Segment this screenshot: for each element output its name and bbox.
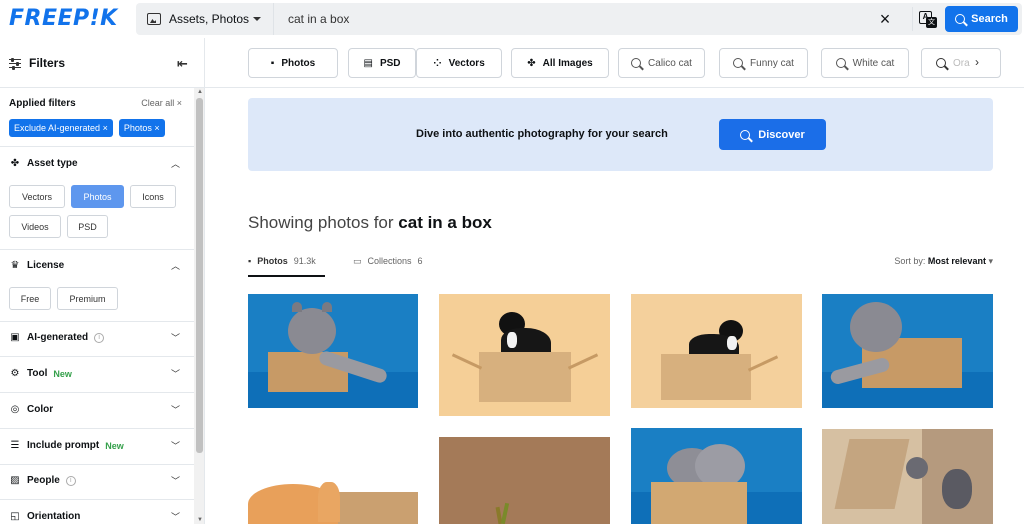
results-heading: Showing photos for cat in a box bbox=[248, 213, 492, 232]
chevron-down-icon: ﹀ bbox=[170, 512, 180, 522]
photo-cat-cardboard-floor[interactable] bbox=[822, 429, 993, 524]
category-bar: ▪ Photos ▤ PSD ⁘ Vectors ✤ All Images Calico… bbox=[205, 38, 1024, 88]
banner-text: Dive into authentic photography for your… bbox=[416, 128, 668, 140]
category-psd[interactable]: ▤ PSD bbox=[348, 48, 416, 78]
chevron-down-icon: ﹀ bbox=[170, 369, 180, 379]
discover-banner: Dive into authentic photography for your… bbox=[248, 98, 993, 171]
include-prompt-section[interactable]: ☰ Include prompt New ﹀ bbox=[9, 440, 184, 451]
info-icon[interactable]: i bbox=[65, 475, 76, 486]
search-button[interactable]: Search bbox=[945, 6, 1018, 32]
photo-brown-background[interactable] bbox=[439, 437, 610, 524]
prompt-icon: ☰ bbox=[10, 440, 20, 451]
search-type-dropdown[interactable]: Assets, Photos bbox=[136, 3, 274, 35]
freepik-logo[interactable]: FREEP!K bbox=[9, 6, 118, 31]
chip-exclude-ai[interactable]: Exclude AI-generated × bbox=[9, 119, 113, 137]
ai-generated-section[interactable]: ▣ AI-generated i ﹀ bbox=[9, 332, 184, 343]
tool-section[interactable]: ⚙ Tool New ﹀ bbox=[9, 368, 184, 379]
chevron-up-icon: ︿ bbox=[170, 159, 180, 169]
color-section[interactable]: ◎ Color ﹀ bbox=[9, 404, 184, 415]
chip-photos[interactable]: Photos × bbox=[118, 119, 165, 137]
discover-button[interactable]: Discover bbox=[719, 119, 826, 150]
license-option-free[interactable]: Free bbox=[9, 287, 51, 310]
all-images-icon: ✤ bbox=[527, 57, 536, 69]
search-bar: Assets, Photos × A文 Search bbox=[136, 3, 1022, 35]
asset-option-psd[interactable]: PSD bbox=[67, 215, 108, 238]
results-tabs: ▪ Photos 91.3k ▭ Collections 6 Sort by: … bbox=[248, 251, 993, 277]
search-icon bbox=[835, 58, 846, 68]
suggestion-calico-cat[interactable]: Calico cat bbox=[618, 48, 705, 78]
search-icon bbox=[936, 58, 946, 68]
chevron-down-icon: ﹀ bbox=[170, 333, 180, 343]
collapse-sidebar-icon[interactable]: ⇤ bbox=[177, 56, 188, 72]
search-input[interactable] bbox=[288, 3, 848, 35]
sort-dropdown[interactable]: Sort by: Most relevant ▾ bbox=[894, 256, 993, 267]
tab-collections[interactable]: ▭ Collections 6 bbox=[353, 251, 423, 277]
photo-grey-cat-box-blue[interactable] bbox=[248, 294, 418, 408]
photo-orange-cat-box[interactable] bbox=[248, 434, 418, 524]
filters-header: Filters ⇤ bbox=[0, 38, 204, 88]
license-option-premium[interactable]: Premium bbox=[57, 287, 118, 310]
chevron-down-icon bbox=[253, 17, 261, 21]
folder-icon: ▭ bbox=[353, 256, 362, 266]
filters-sidebar: Filters ⇤ ▲ ▼ Applied filters Clear all ×… bbox=[0, 38, 205, 524]
search-icon bbox=[733, 58, 744, 68]
category-vectors[interactable]: ⁘ Vectors bbox=[416, 48, 502, 78]
search-button-label: Search bbox=[971, 13, 1008, 25]
chevron-down-icon: ﹀ bbox=[170, 441, 180, 451]
psd-icon: ▤ bbox=[363, 57, 373, 69]
applied-filters: Applied filters Clear all × Exclude AI-g… bbox=[9, 98, 184, 137]
photo-grey-cat-in-box-blue-3[interactable] bbox=[631, 428, 802, 524]
crown-icon: ♛ bbox=[10, 260, 20, 271]
asset-option-vectors[interactable]: Vectors bbox=[9, 185, 65, 208]
tool-icon: ⚙ bbox=[10, 368, 20, 379]
palette-icon: ◎ bbox=[10, 404, 20, 415]
asset-option-photos[interactable]: Photos bbox=[71, 185, 124, 208]
chevron-down-icon: ﹀ bbox=[170, 405, 180, 415]
license-section[interactable]: ♛ License ︿ bbox=[9, 260, 184, 271]
new-badge: New bbox=[53, 368, 72, 379]
asset-option-videos[interactable]: Videos bbox=[9, 215, 61, 238]
vectors-icon: ⁘ bbox=[433, 57, 442, 69]
filters-title: Filters bbox=[29, 55, 66, 70]
ai-icon: ▣ bbox=[10, 332, 20, 343]
people-icon: ▨ bbox=[10, 475, 20, 486]
image-icon: ▪ bbox=[248, 256, 252, 266]
orientation-section[interactable]: ◱ Orientation ﹀ bbox=[9, 511, 184, 522]
chevron-up-icon: ︿ bbox=[170, 261, 180, 271]
category-photos[interactable]: ▪ Photos bbox=[248, 48, 338, 78]
search-icon bbox=[955, 14, 966, 24]
translate-icon[interactable]: A文 bbox=[912, 7, 937, 31]
asset-option-icons[interactable]: Icons bbox=[130, 185, 176, 208]
asset-type-icon: ✤ bbox=[10, 158, 20, 169]
image-icon: ▪ bbox=[270, 57, 275, 69]
caret-down-icon: ▾ bbox=[988, 256, 993, 266]
tab-photos[interactable]: ▪ Photos 91.3k bbox=[248, 251, 325, 277]
header: FREEP!K Assets, Photos × A文 Search bbox=[0, 0, 1024, 38]
new-badge: New bbox=[105, 440, 124, 451]
sliders-icon bbox=[9, 57, 21, 70]
photo-tuxedo-cat-box-light[interactable] bbox=[631, 294, 802, 408]
photo-grey-cat-box-blue-2[interactable] bbox=[822, 294, 993, 408]
chevron-right-icon[interactable]: › bbox=[975, 55, 979, 69]
people-section[interactable]: ▨ People i ﹀ bbox=[9, 475, 184, 486]
suggestion-white-cat[interactable]: White cat bbox=[821, 48, 909, 78]
search-icon bbox=[631, 58, 642, 68]
photo-tuxedo-cat-box-yellow[interactable] bbox=[439, 294, 610, 416]
sidebar-scrollbar[interactable]: ▲ ▼ bbox=[194, 88, 204, 524]
suggestion-funny-cat[interactable]: Funny cat bbox=[719, 48, 808, 78]
clear-all-button[interactable]: Clear all × bbox=[141, 98, 182, 108]
clear-search-icon[interactable]: × bbox=[876, 9, 894, 29]
info-icon[interactable]: i bbox=[94, 332, 105, 343]
chevron-down-icon: ﹀ bbox=[170, 476, 180, 486]
image-icon bbox=[147, 13, 161, 25]
search-type-label: Assets, Photos bbox=[169, 12, 250, 26]
asset-type-section[interactable]: ✤ Asset type ︿ bbox=[9, 158, 184, 169]
suggestion-ora[interactable]: Ora bbox=[921, 48, 1001, 78]
search-icon bbox=[740, 129, 751, 140]
orientation-icon: ◱ bbox=[10, 511, 20, 522]
category-all-images[interactable]: ✤ All Images bbox=[511, 48, 609, 78]
